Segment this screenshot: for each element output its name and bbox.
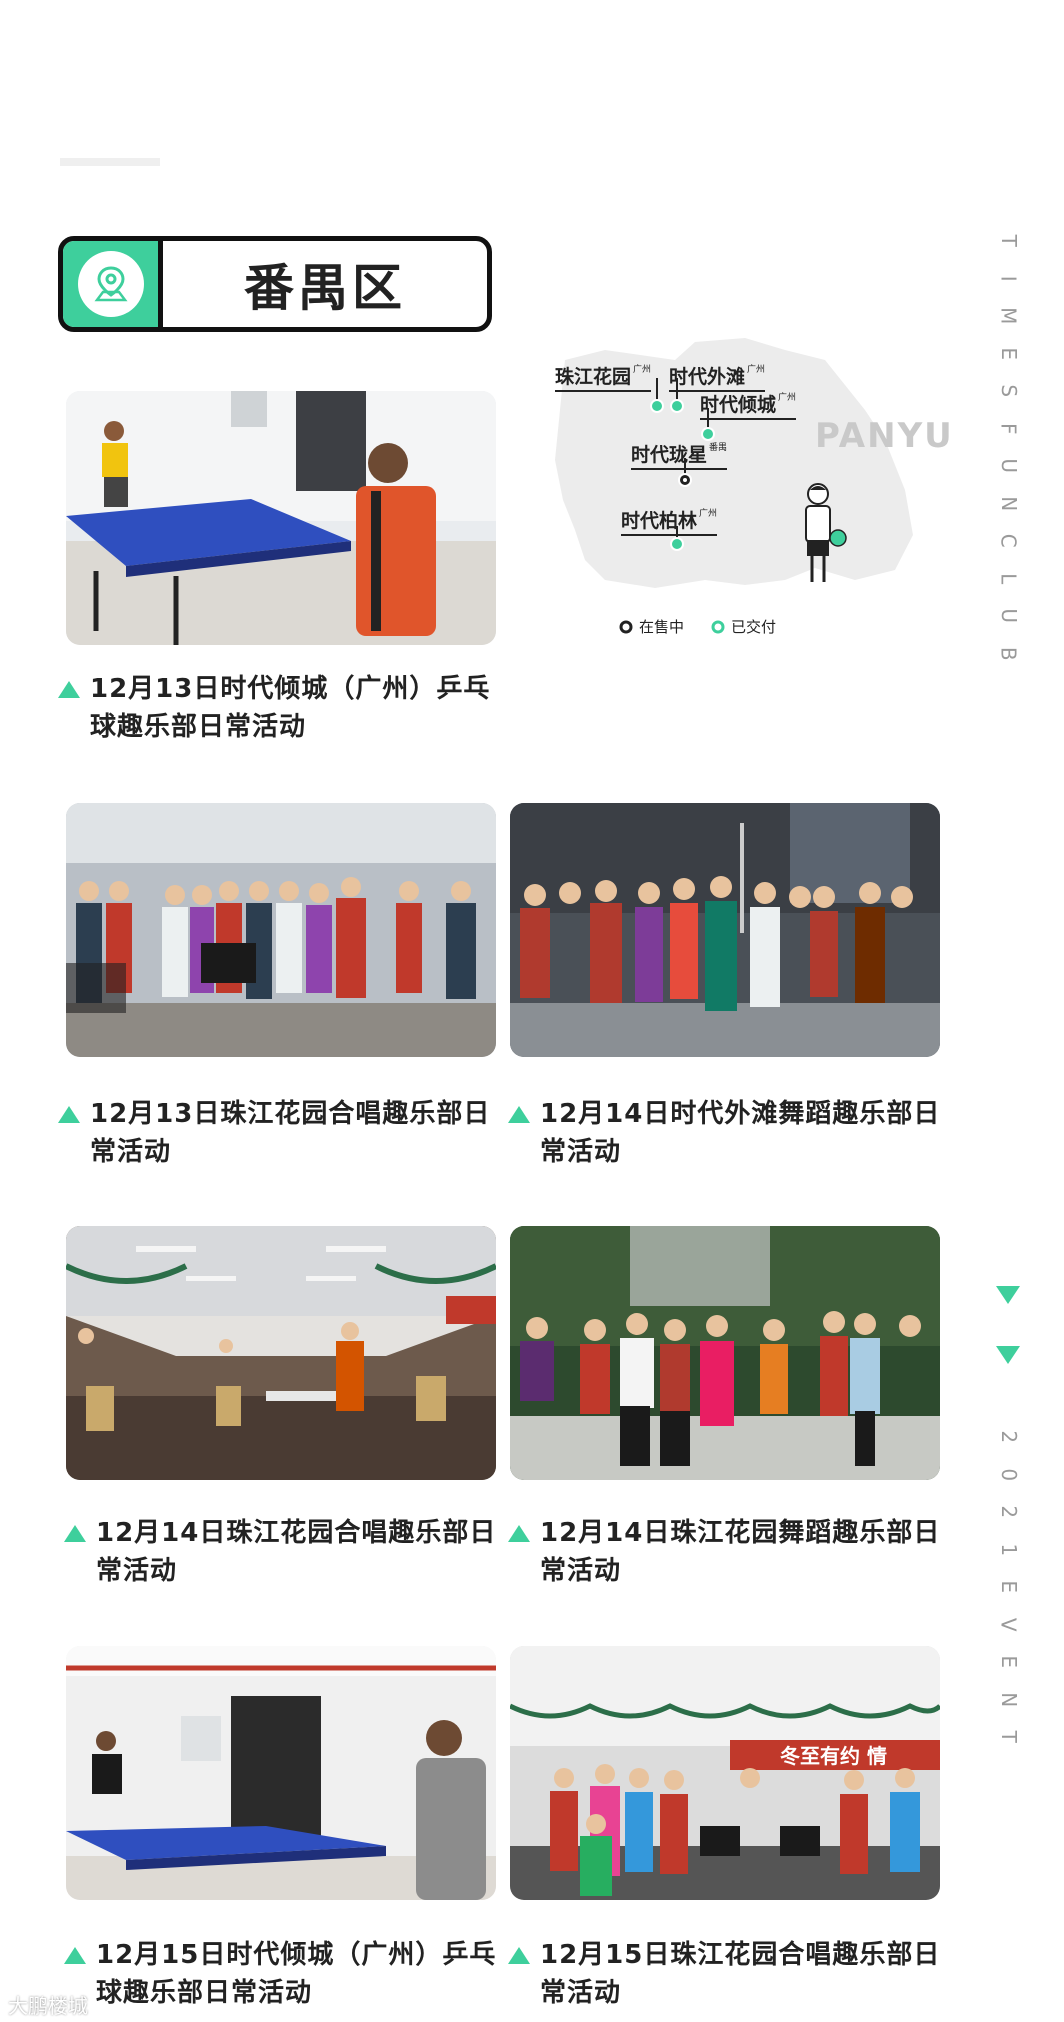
triangle-bullet-icon [64, 1947, 86, 1964]
side-text-times-fun-club: TIMESFUNCLUB [996, 234, 1021, 661]
triangle-bullet-icon [508, 1525, 530, 1542]
event-photo-1[interactable] [66, 391, 496, 645]
event-photo-4[interactable] [66, 1226, 496, 1480]
map-label-4: 时代柏林 广州 [621, 506, 718, 536]
district-name: 番禺区 [244, 259, 406, 317]
map-label-1: 时代外滩 广州 [669, 362, 766, 392]
banner-text: 冬至有约 情 [780, 1744, 887, 1768]
map-pin-icon [77, 251, 144, 317]
event-caption-6: 12月15日时代倾城（广州）乒乓球趣乐部日常活动 [64, 1936, 504, 2012]
top-divider [60, 158, 160, 166]
triangle-bullet-icon [508, 1106, 530, 1123]
triangle-bullet-icon [58, 1106, 80, 1123]
event-photo-3[interactable] [510, 803, 940, 1057]
event-photo-2[interactable] [66, 803, 496, 1057]
event-caption-7: 12月15日珠江花园合唱趣乐部日常活动 [508, 1936, 948, 2012]
watermark: 大鹏楼城 [8, 1994, 88, 2018]
district-header: 番禺区 [58, 236, 492, 332]
side-text-2021-event: 2021EVENT [996, 1430, 1021, 1743]
event-photo-5[interactable] [510, 1226, 940, 1480]
event-caption-5: 12月14日珠江花园舞蹈趣乐部日常活动 [508, 1514, 948, 1590]
event-caption-1: 12月13日时代倾城（广州）乒乓球趣乐部日常活动 [58, 670, 498, 746]
event-caption-4: 12月14日珠江花园合唱趣乐部日常活动 [64, 1514, 504, 1590]
map-label-3: 时代珑星 番禺 [631, 440, 728, 470]
legend-on-sale: 在售中 [619, 616, 684, 637]
on-sale-dot-icon [619, 620, 633, 633]
side-arrow-icon [996, 1286, 1020, 1304]
delivered-dot-icon [711, 620, 725, 633]
district-icon-box [63, 241, 163, 327]
event-photo-7[interactable]: 冬至有约 情 [510, 1646, 940, 1900]
district-map: PANYU 珠江花园 广州 时代外滩 广州 时代倾城 广州 时代珑星 番禺 时代柏林 广州… [545, 330, 965, 650]
triangle-bullet-icon [64, 1525, 86, 1542]
map-label-0: 珠江花园 广州 [555, 362, 652, 392]
map-watermark: PANYU [815, 416, 954, 456]
triangle-bullet-icon [58, 681, 80, 698]
side-arrow-icon [996, 1346, 1020, 1364]
event-caption-2: 12月13日珠江花园合唱趣乐部日常活动 [58, 1095, 498, 1171]
event-caption-3: 12月14日时代外滩舞蹈趣乐部日常活动 [508, 1095, 948, 1171]
map-label-2: 时代倾城 广州 [700, 390, 797, 420]
triangle-bullet-icon [508, 1947, 530, 1964]
legend-delivered: 已交付 [711, 616, 776, 637]
event-photo-6[interactable] [66, 1646, 496, 1900]
